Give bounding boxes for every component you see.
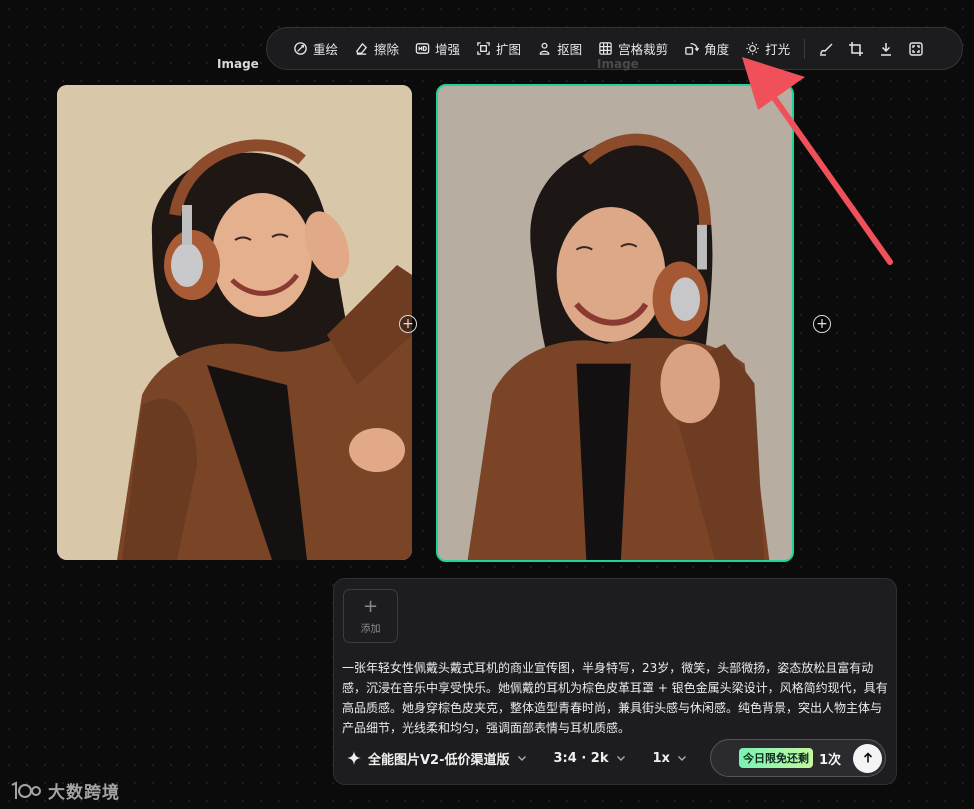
watermark: 大数跨境 bbox=[10, 778, 120, 803]
eraser-icon bbox=[356, 42, 368, 55]
prompt-input[interactable]: 一张年轻女性佩戴头戴式耳机的商业宣传图，半身特写，23岁，微笑，头部微扬，姿态放… bbox=[342, 658, 890, 738]
download-icon bbox=[881, 42, 892, 56]
sparkle-icon bbox=[347, 751, 361, 765]
image-node-label: Image bbox=[597, 57, 639, 71]
hd-icon bbox=[415, 43, 430, 54]
chevron-down-icon bbox=[616, 756, 625, 761]
tool-label: 角度 bbox=[704, 42, 730, 57]
download-button[interactable] bbox=[871, 34, 901, 64]
repaint-icon bbox=[294, 42, 307, 55]
crop-button[interactable] bbox=[841, 34, 871, 64]
free-quota-badge: 今日限免还剩 bbox=[739, 748, 813, 768]
tool-label: 宫格裁剪 bbox=[618, 42, 669, 57]
brush-button[interactable] bbox=[811, 34, 841, 64]
outpaint-button[interactable]: 扩图 bbox=[468, 34, 529, 64]
angle-button[interactable]: 角度 bbox=[676, 34, 737, 64]
tool-label: 增强 bbox=[435, 42, 461, 57]
chevron-down-icon bbox=[677, 756, 686, 761]
portrait-photo bbox=[57, 85, 412, 560]
tool-label: 扩图 bbox=[496, 42, 522, 57]
model-select[interactable]: 全能图片V2-低价渠道版 bbox=[346, 749, 528, 768]
generate-group: 今日限免还剩 1次 bbox=[710, 739, 886, 777]
cutout-button[interactable]: 抠图 bbox=[529, 34, 590, 64]
watermark-logo bbox=[11, 780, 41, 799]
watermark-text: 大数跨境 bbox=[48, 783, 120, 803]
chevron-down-icon bbox=[517, 756, 526, 761]
relight-button[interactable]: 打光 bbox=[737, 34, 798, 64]
ratio-select[interactable]: 3:4 · 2k bbox=[554, 751, 627, 766]
crop-icon bbox=[849, 41, 864, 56]
image-node-selected[interactable] bbox=[436, 84, 794, 562]
remaining-count: 1次 bbox=[819, 752, 842, 768]
add-node-right-button[interactable]: + bbox=[813, 315, 831, 333]
tool-label: 擦除 bbox=[374, 42, 400, 57]
toolbar-divider bbox=[804, 38, 806, 59]
portrait-photo bbox=[438, 86, 792, 560]
plus-icon: + bbox=[362, 595, 379, 617]
generate-button[interactable] bbox=[853, 743, 882, 773]
generation-controls: 全能图片V2-低价渠道版 3:4 · 2k 1x 今日限免还剩 1次 bbox=[346, 739, 886, 777]
grid-icon bbox=[599, 42, 612, 55]
arrow-up-icon bbox=[863, 752, 872, 763]
add-label: 添加 bbox=[360, 623, 381, 635]
count-select[interactable]: 1x bbox=[653, 751, 688, 766]
fullscreen-icon bbox=[909, 41, 923, 56]
fullscreen-button[interactable] bbox=[901, 34, 931, 64]
tool-label: 打光 bbox=[765, 42, 791, 57]
image-node-original[interactable] bbox=[57, 85, 412, 560]
expand-icon bbox=[477, 42, 490, 55]
prompt-panel: + 添加 一张年轻女性佩戴头戴式耳机的商业宣传图，半身特写，23岁，微笑，头部微… bbox=[333, 578, 897, 785]
repaint-button[interactable]: 重绘 bbox=[285, 34, 346, 64]
count-label: 1x bbox=[652, 750, 670, 766]
ratio-label: 3:4 · 2k bbox=[553, 750, 609, 766]
enhance-button[interactable]: 增强 bbox=[407, 34, 468, 64]
image-node-label: Image bbox=[217, 57, 259, 71]
brush-icon bbox=[820, 43, 833, 56]
erase-button[interactable]: 擦除 bbox=[346, 34, 407, 64]
model-label: 全能图片V2-低价渠道版 bbox=[368, 752, 510, 768]
light-bulb-icon bbox=[746, 42, 759, 55]
rotate-angle-icon bbox=[685, 43, 700, 55]
add-node-right-button[interactable]: + bbox=[399, 315, 417, 333]
person-cutout-icon bbox=[539, 42, 550, 55]
add-reference-button[interactable]: + 添加 bbox=[343, 589, 398, 643]
tool-label: 抠图 bbox=[557, 42, 583, 57]
tool-label: 重绘 bbox=[313, 42, 339, 57]
